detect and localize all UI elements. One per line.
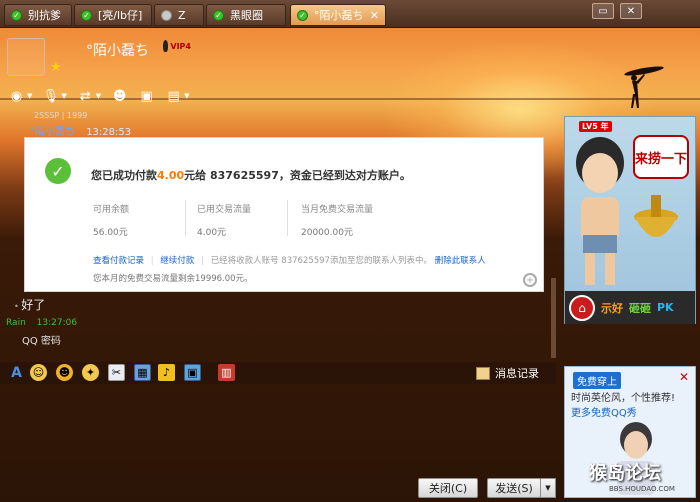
restore-button[interactable]: ▭ bbox=[592, 3, 614, 19]
music-icon[interactable]: ♪ bbox=[158, 364, 175, 381]
chat-toolbar: ◉ ▼ 🎙 ▼ ⇄ ▼ ☻ ▣ ▤ ▼ bbox=[8, 87, 200, 105]
online-status-icon: ✓ bbox=[11, 9, 22, 21]
tab-label: 别抗爹 bbox=[28, 9, 61, 22]
tab-label: 黑眼圈 bbox=[230, 9, 263, 22]
zoom-in-icon[interactable]: + bbox=[523, 273, 537, 287]
qq-show-ad[interactable]: 免费穿上 ✕ 时尚英伦风，个性推荐! 更多免费QQ秀 猴岛论坛 BBS.HOUD… bbox=[564, 366, 696, 498]
webcam-icon: ◉ bbox=[10, 88, 23, 104]
app-button[interactable]: ▤ ▼ bbox=[165, 88, 190, 104]
tab-label: [亮/lb仔] bbox=[98, 9, 143, 22]
ad-line-1: 时尚英伦风，个性推荐! bbox=[571, 393, 676, 404]
close-button[interactable]: 关闭(C) bbox=[418, 478, 478, 498]
tab-label: Z bbox=[178, 8, 186, 22]
mic-icon: 🎙 bbox=[42, 88, 60, 104]
offline-status-icon bbox=[161, 9, 172, 21]
gift-icon[interactable]: ▥ bbox=[218, 364, 235, 381]
payment-success-panel: ✓ 您已成功付款4.00元给 837625597，资金已经到达对方账户。 可用余… bbox=[24, 137, 544, 292]
success-check-icon: ✓ bbox=[45, 158, 71, 184]
stat-available-balance: 可用余额 56.00元 bbox=[93, 205, 130, 238]
chevron-down-icon: ▼ bbox=[27, 92, 33, 100]
emoji-icon[interactable]: ☺ bbox=[30, 364, 47, 381]
action-pk[interactable]: PK bbox=[657, 301, 674, 314]
qq-penguin-icon bbox=[163, 40, 169, 52]
show-action-bar: ⌂ 示好 砸砸 PK bbox=[565, 291, 695, 324]
delete-contact-link[interactable]: 删除此联系人 bbox=[435, 256, 486, 266]
chat-partial-line: 2SSSP | 1999 bbox=[34, 111, 88, 120]
chat-message-header: °陌小磊ち 13:28:53 bbox=[30, 123, 131, 138]
qq-show-panel: LV5 年 来捞一下 ⌂ 示好 砸砸 PK bbox=[564, 116, 696, 324]
add-contact-icon: ☻ bbox=[112, 88, 127, 104]
hotpot-icon bbox=[634, 195, 678, 237]
tab-z[interactable]: Z bbox=[154, 4, 204, 26]
payment-message: 您已成功付款4.00元给 837625597，资金已经到达对方账户。 bbox=[91, 169, 411, 182]
avatar-figure bbox=[576, 137, 624, 285]
tab-heiyanquan[interactable]: ✓ 黑眼圈 bbox=[206, 4, 286, 26]
view-payment-records-link[interactable]: 查看付款记录 bbox=[93, 256, 144, 266]
home-icon[interactable]: ⌂ bbox=[569, 294, 595, 321]
stat-used-traffic: 已用交易流量 4.00元 bbox=[197, 205, 252, 238]
chat-message-text: • 好了 bbox=[14, 298, 46, 312]
tab-mo-xiaolei[interactable]: ✓ °陌小磊ち ✕ bbox=[290, 4, 386, 26]
chevron-down-icon: ▼ bbox=[61, 92, 67, 100]
add-contact-button[interactable]: ☻ bbox=[111, 89, 128, 104]
divider bbox=[287, 200, 288, 236]
chevron-down-icon: ▼ bbox=[95, 92, 102, 100]
webcam-button[interactable]: ◉ ▼ bbox=[8, 88, 33, 104]
stat-free-traffic: 当月免费交易流量 20000.00元 bbox=[301, 205, 374, 238]
watermark-url: BBS.HOUDAO.COM bbox=[609, 485, 675, 493]
sender-name: Rain bbox=[6, 318, 26, 328]
ad-close-icon[interactable]: ✕ bbox=[679, 370, 689, 384]
watermark-logo: 猴岛论坛 bbox=[589, 463, 661, 484]
lao-yi-xia-button[interactable]: 来捞一下 bbox=[633, 135, 689, 179]
close-window-button[interactable]: ✕ bbox=[620, 3, 642, 19]
ad-tag: 免费穿上 bbox=[573, 372, 621, 389]
chevron-down-icon: ▼ bbox=[184, 92, 190, 100]
history-label: 消息记录 bbox=[495, 367, 539, 380]
message-history-button[interactable]: 消息记录 bbox=[476, 365, 539, 381]
avatar[interactable] bbox=[7, 38, 45, 76]
app-icon: ▤ bbox=[167, 88, 180, 104]
chat-message-header: Rain 13:27:06 bbox=[6, 318, 77, 328]
screenshot-icon[interactable]: ✂ bbox=[108, 364, 125, 381]
tab-liang[interactable]: ✓ [亮/lb仔] bbox=[74, 4, 152, 26]
message-time: 13:27:06 bbox=[36, 318, 78, 328]
surfer-silhouette bbox=[624, 66, 664, 108]
divider bbox=[185, 200, 186, 236]
online-status-icon: ✓ bbox=[297, 9, 308, 21]
star-icon: ★ bbox=[50, 60, 62, 75]
send-options-chevron-icon[interactable]: ▼ bbox=[540, 478, 556, 498]
transfer-icon: ⇄ bbox=[79, 88, 91, 104]
action-shihao[interactable]: 示好 bbox=[601, 300, 623, 316]
tab-bieka[interactable]: ✓ 别抗爹 bbox=[4, 4, 72, 26]
vip-badge[interactable]: VIP4 bbox=[163, 39, 191, 53]
contact-nickname: °陌小磊ち bbox=[86, 43, 149, 59]
history-icon bbox=[476, 366, 490, 380]
magic-emoji-icon[interactable]: ☻ bbox=[56, 364, 73, 381]
remote-desktop-icon: ▣ bbox=[140, 88, 153, 104]
online-status-icon: ✓ bbox=[81, 9, 92, 21]
tab-close-icon[interactable]: ✕ bbox=[370, 9, 379, 22]
screen-share-icon[interactable]: ▣ bbox=[184, 364, 201, 381]
payment-amount: 4.00 bbox=[157, 169, 185, 182]
remaining-quota-text: 您本月的免费交易流量剩余19996.00元。 bbox=[93, 274, 253, 284]
tab-label: °陌小磊ち bbox=[314, 9, 364, 22]
action-zaza[interactable]: 砸砸 bbox=[629, 300, 651, 316]
send-button[interactable]: 发送(S) bbox=[487, 478, 541, 498]
voice-button[interactable]: 🎙 ▼ bbox=[42, 88, 67, 104]
payment-links: 查看付款记录 | 继续付款 | 已经将收款人账号 837625597添加至您的联… bbox=[93, 256, 486, 266]
image-icon[interactable]: ▦ bbox=[134, 364, 151, 381]
chat-scrollbar[interactable] bbox=[551, 278, 556, 358]
remote-desktop-button[interactable]: ▣ bbox=[138, 89, 155, 104]
shake-icon[interactable]: ✦ bbox=[82, 364, 99, 381]
level-badge: LV5 年 bbox=[579, 121, 612, 132]
vip-label: VIP4 bbox=[170, 41, 191, 51]
font-icon[interactable]: A bbox=[8, 364, 25, 381]
transfer-file-button[interactable]: ⇄ ▼ bbox=[77, 89, 101, 104]
chat-message-text: QQ 密码 bbox=[22, 336, 61, 347]
contact-added-text: 已经将收款人账号 837625597添加至您的联系人列表中。 bbox=[210, 256, 432, 266]
online-status-icon: ✓ bbox=[213, 9, 224, 21]
continue-payment-link[interactable]: 继续付款 bbox=[160, 256, 194, 266]
